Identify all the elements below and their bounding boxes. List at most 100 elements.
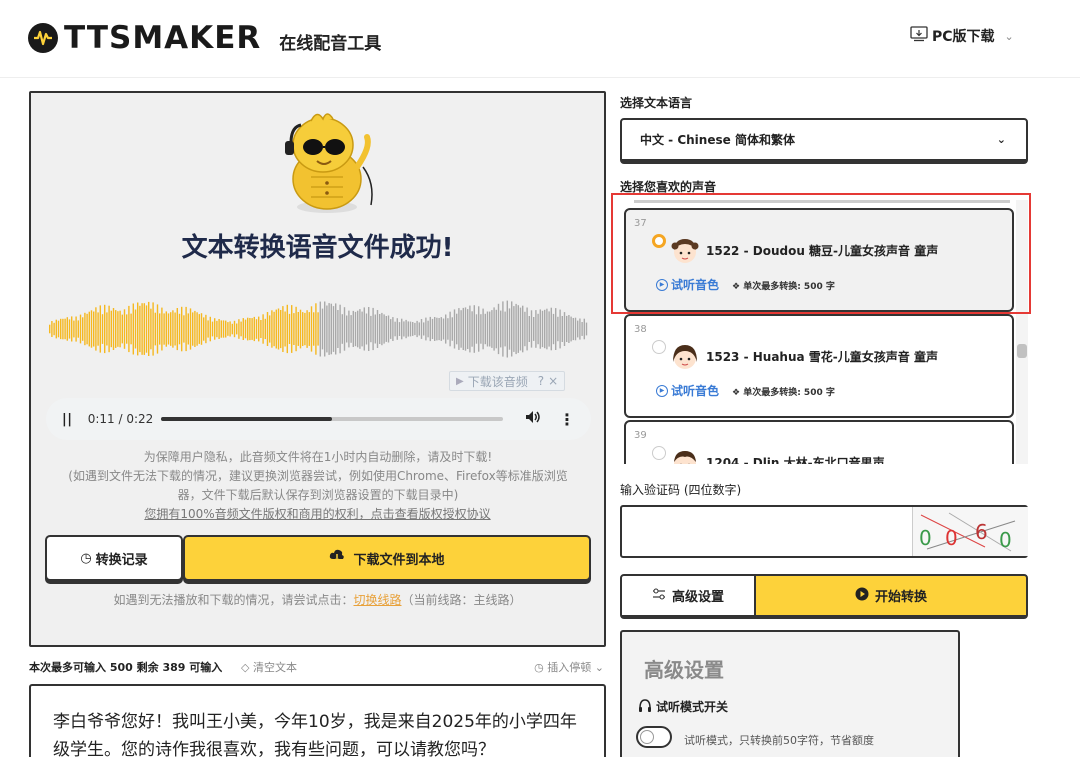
switch-line-link[interactable]: 切换线路 — [353, 593, 401, 607]
waveform-bar — [467, 309, 469, 349]
waveform-bar — [302, 312, 304, 346]
waveform-bar — [255, 319, 258, 339]
waveform-bar — [167, 313, 170, 345]
waveform-bar — [337, 310, 339, 348]
more-options-icon[interactable]: ⋮ — [559, 410, 575, 429]
captcha-input[interactable]: 0 0 6 0 — [620, 505, 1028, 558]
copyright-link[interactable]: 您拥有100%音频文件版权和商用的权利，点击查看版权授权协议 — [31, 505, 604, 522]
download-file-button[interactable]: 下载文件到本地 — [183, 535, 591, 581]
char-count: 本次最多可输入 500 剩余 389 可输入 — [29, 661, 223, 674]
waveform-bar — [365, 313, 368, 345]
waveform-bar — [156, 304, 159, 354]
waveform-bar — [473, 305, 475, 353]
insert-pause-menu[interactable]: ◷ 插入停顿 ⌄ — [534, 659, 604, 675]
svg-text:0: 0 — [919, 526, 932, 550]
waveform-bar — [482, 308, 484, 350]
voice-number: 39 — [634, 430, 647, 441]
sliders-icon — [652, 588, 666, 604]
voice-list-scrollbar[interactable] — [1016, 200, 1028, 464]
waveform-bar — [262, 314, 264, 344]
waveform-bar — [119, 310, 121, 348]
waveform-bar — [539, 309, 541, 349]
voice-card[interactable]: 39 1204 - Dlin 大林-东北口音男声 — [624, 420, 1014, 464]
text-input[interactable]: 李白爷爷您好！我叫王小美，今年10岁，我是来自2025年的小学四年级学生。您的诗… — [29, 684, 606, 757]
logo[interactable]: TTSMAKER 在线配音工具 — [28, 20, 381, 56]
help-icon: ? — [537, 374, 545, 388]
voice-list[interactable]: 37 1522 - Doudou 糖豆-儿童女孩声音 童声 ▶ 试听音色 ❖ 单次… — [618, 198, 1028, 464]
chevron-down-icon: ⌄ — [996, 133, 1006, 146]
waveform-bar — [264, 318, 266, 340]
start-convert-button[interactable]: 开始转换 — [754, 574, 1028, 619]
waveform-bar — [526, 307, 528, 351]
language-selected-value: 中文 - Chinese 简体和繁体 — [640, 133, 795, 147]
volume-icon[interactable] — [525, 410, 541, 428]
waveform-bar — [194, 310, 196, 347]
voice-card[interactable]: 37 1522 - Doudou 糖豆-儿童女孩声音 童声 ▶ 试听音色 ❖ 单次… — [624, 208, 1014, 312]
waveform-bar — [181, 306, 183, 352]
waveform-bar — [528, 316, 530, 342]
waveform-bar — [480, 314, 482, 344]
scrollbar-thumb[interactable] — [1017, 344, 1027, 358]
notice-line: 为保障用户隐私，此音频文件将在1小时内自动删除，请及时下载! — [143, 450, 493, 464]
waveform-bar — [174, 312, 176, 346]
voice-radio[interactable] — [652, 340, 666, 354]
listen-button[interactable]: ▶ 试听音色 — [656, 382, 719, 399]
listen-button[interactable]: ▶ 试听音色 — [656, 276, 719, 293]
waveform-bar — [519, 307, 522, 351]
voice-number: 37 — [634, 218, 647, 229]
waveform-bar — [137, 302, 139, 356]
history-button[interactable]: ◷ 转换记录 — [45, 535, 183, 581]
clear-text-button[interactable]: ◇ 清空文本 — [241, 659, 297, 675]
voice-card[interactable]: 38 1523 - Huahua 雪花-儿童女孩声音 童声 ▶ 试听音色 ❖ 单次… — [624, 314, 1014, 418]
time-readout: 0:11 / 0:22 — [87, 412, 154, 426]
waveform-bar — [522, 305, 524, 353]
waveform-bar — [117, 311, 119, 347]
waveform-bar — [339, 304, 341, 354]
waveform-bar — [244, 319, 247, 339]
waveform-bar — [79, 314, 82, 344]
pc-download-menu[interactable]: PC版下载 ⌄ — [910, 26, 1014, 46]
start-convert-label: 开始转换 — [874, 590, 927, 605]
waveform-bar — [570, 316, 572, 342]
waveform-bar — [475, 314, 478, 344]
waveform-bar — [335, 303, 337, 355]
waveform-bar — [86, 313, 88, 345]
waveform-bar — [165, 311, 167, 347]
waveform-bar — [508, 308, 511, 350]
waveform-bar — [238, 319, 240, 339]
waveform-bar — [385, 316, 387, 342]
girl-avatar-icon — [670, 236, 700, 266]
waveform-bar — [502, 301, 504, 357]
waveform-bar — [431, 318, 434, 339]
advanced-settings-title: 高级设置 — [644, 658, 724, 682]
waveform-bar — [585, 322, 588, 336]
voice-number: 38 — [634, 324, 647, 335]
history-button-label: 转换记录 — [95, 552, 148, 568]
captcha-image[interactable]: 0 0 6 0 — [912, 507, 1028, 556]
download-audio-label: 下载该音频 — [467, 374, 528, 389]
voice-radio[interactable] — [652, 446, 666, 460]
voice-radio[interactable] — [652, 234, 666, 248]
waveform-bar — [216, 320, 218, 338]
waveform-bar — [233, 320, 236, 338]
logo-icon — [28, 23, 58, 53]
waveform-bar — [583, 318, 585, 340]
waveform-bar — [392, 317, 394, 341]
waveform-bar — [412, 322, 414, 336]
download-audio-link[interactable]: ▶ 下载该音频 ? × — [449, 371, 566, 391]
advanced-settings-button[interactable]: 高级设置 — [620, 574, 756, 619]
waveform-bar — [293, 313, 295, 345]
monitor-icon — [910, 26, 928, 46]
language-select[interactable]: 中文 - Chinese 简体和繁体 ⌄ — [620, 118, 1028, 164]
waveform-bar — [561, 316, 563, 342]
waveform-bar — [506, 300, 508, 358]
seek-bar[interactable] — [160, 417, 503, 421]
girl-avatar-icon — [670, 342, 700, 372]
waveform-bar — [130, 313, 132, 345]
preview-mode-toggle[interactable] — [636, 726, 672, 748]
pause-button[interactable]: | | — [62, 412, 86, 427]
waveform-bar — [442, 318, 445, 340]
header: TTSMAKER 在线配音工具 PC版下载 ⌄ — [0, 0, 1080, 78]
preview-mode-label: 试听模式开关 — [656, 700, 729, 714]
waveform-bar — [101, 314, 104, 344]
